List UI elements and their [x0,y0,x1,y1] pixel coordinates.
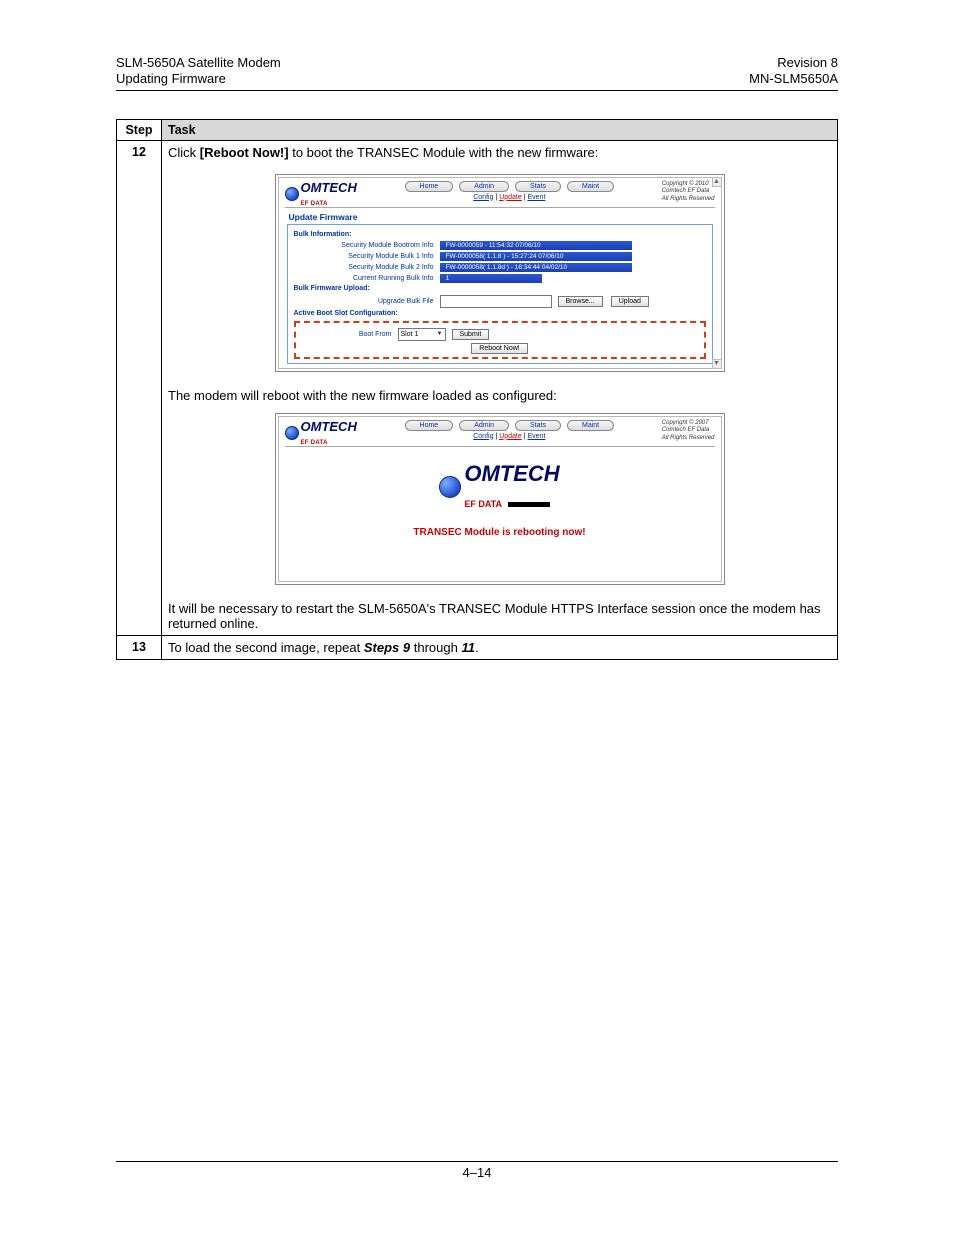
bulk2-value: FW-0000058( 1.1.8d ) - 16:34:44 04/02/10 [440,263,632,272]
bulk1-value: FW-0000058( 1.1.8 ) - 15:27:24 07/06/10 [440,252,632,261]
upload-file-input[interactable] [440,295,552,308]
scroll-up-icon[interactable]: ▲ [712,177,722,187]
globe-icon [285,187,299,201]
sub-nav: Config | Update | Event [405,431,615,444]
nav-admin[interactable]: Admin [459,420,509,431]
reboot-message: TRANSEC Module is rebooting now! [279,527,721,548]
subnav-event[interactable]: Event [527,194,545,201]
table-row: 12 Click [Reboot Now!] to boot the TRANS… [117,140,838,635]
bulk2-label: Security Module Bulk 2 Info [294,264,440,271]
bulk1-label: Security Module Bulk 1 Info [294,253,440,260]
copyright: Copyright © 2007 Comtech EF Data All Rig… [662,420,715,443]
steps-table: Step Task 12 Click [Reboot Now!] to boot… [116,119,838,660]
page-number: 4–14 [463,1165,492,1180]
comtech-logo-large: OMTECH EF DATA [439,461,559,513]
section-boot-config: Active Boot Slot Configuration: [294,310,706,317]
globe-icon [439,476,461,498]
firmware-screenshot-2: OMTECH EF DATA Home Admin Stats Maint [275,413,725,585]
page: SLM-5650A Satellite Modem Updating Firmw… [0,0,954,660]
col-step: Step [117,119,162,140]
nav-admin[interactable]: Admin [459,181,509,192]
highlight-ring: Boot From Slot 1▼ Submit Reboot Now! [294,321,706,359]
reboot-now-button[interactable]: Reboot Now! [471,343,527,354]
copyright: Copyright © 2010 Comtech EF Data All Rig… [662,181,715,204]
section-bulk-info: Bulk Information: [294,231,706,238]
globe-icon [285,426,299,440]
header-right: Revision 8 MN-SLM5650A [749,55,838,88]
bootfrom-label: Boot From [302,331,398,338]
nav-home[interactable]: Home [405,181,454,192]
subnav-update[interactable]: Update [499,194,522,201]
subnav-update[interactable]: Update [499,433,522,440]
scrollbar[interactable]: ▲ ▼ [712,177,722,369]
firmware-screenshot-1: ▲ ▼ OMTECH EF DATA [275,174,725,372]
step-number: 12 [117,140,162,635]
page-header: SLM-5650A Satellite Modem Updating Firmw… [116,55,838,88]
upload-label: Upgrade Bulk File [294,298,440,305]
task-cell: To load the second image, repeat Steps 9… [162,635,838,659]
chevron-down-icon: ▼ [437,331,443,337]
page-title: Update Firmware [279,208,721,224]
nav-maint[interactable]: Maint [567,181,614,192]
task-cell: Click [Reboot Now!] to boot the TRANSEC … [162,140,838,635]
nav-stats[interactable]: Stats [515,420,561,431]
header-left: SLM-5650A Satellite Modem Updating Firmw… [116,55,281,88]
browse-button[interactable]: Browse... [558,296,603,307]
col-task: Task [162,119,838,140]
step-number: 13 [117,635,162,659]
boot-slot-select[interactable]: Slot 1▼ [398,328,446,341]
upload-button[interactable]: Upload [611,296,649,307]
sub-nav: Config | Update | Event [405,192,615,205]
running-value: 1 [440,274,542,283]
nav-maint[interactable]: Maint [567,420,614,431]
instruction-line: It will be necessary to restart the SLM-… [168,601,831,631]
comtech-logo: OMTECH EF DATA [285,181,357,207]
nav-home[interactable]: Home [405,420,454,431]
running-label: Current Running Bulk Info [294,275,440,282]
instruction-line: Click [Reboot Now!] to boot the TRANSEC … [168,145,831,160]
instruction-line: The modem will reboot with the new firmw… [168,388,831,403]
subnav-config[interactable]: Config [473,433,493,440]
section-name: Updating Firmware [116,71,281,87]
scroll-down-icon[interactable]: ▼ [712,359,722,369]
submit-button[interactable]: Submit [452,329,490,340]
subnav-event[interactable]: Event [527,433,545,440]
revision: Revision 8 [749,55,838,71]
product-name: SLM-5650A Satellite Modem [116,55,281,71]
section-upload: Bulk Firmware Upload: [294,285,706,292]
doc-number: MN-SLM5650A [749,71,838,87]
firmware-panel: Bulk Information: Security Module Bootro… [287,224,713,364]
comtech-logo: OMTECH EF DATA [285,420,357,446]
page-footer: 4–14 [116,1161,838,1180]
nav-stats[interactable]: Stats [515,181,561,192]
bootrom-value: FW-0000059 - 11:54:32 07/06/10 [440,241,632,250]
header-rule [116,90,838,91]
subnav-config[interactable]: Config [473,194,493,201]
table-row: 13 To load the second image, repeat Step… [117,635,838,659]
bootrom-label: Security Module Bootrom Info [294,242,440,249]
